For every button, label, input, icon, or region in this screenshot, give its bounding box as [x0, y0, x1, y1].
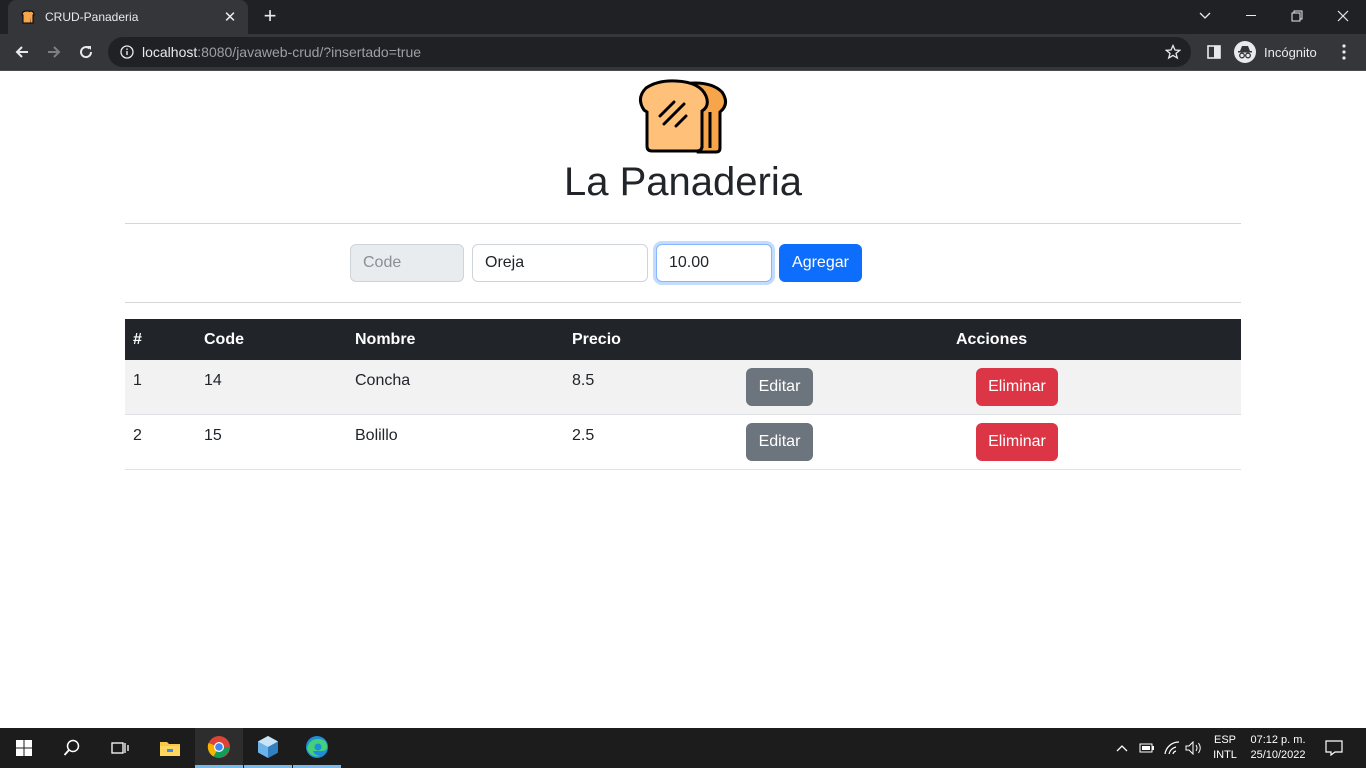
table-row: 2 15 Bolillo 2.5 Editar Eliminar: [125, 415, 1241, 470]
cell-code: 14: [204, 372, 222, 389]
header-precio: Precio: [572, 331, 621, 348]
page-title: La Panaderia: [564, 160, 802, 204]
language-indicator[interactable]: ESP INTL: [1210, 733, 1240, 763]
cell-num: 1: [133, 372, 142, 389]
agregar-button[interactable]: Agregar: [779, 244, 862, 282]
precio-input[interactable]: [656, 244, 772, 282]
windows-taskbar: ESP INTL 07:12 p. m. 25/10/2022: [0, 728, 1366, 768]
restore-button[interactable]: [1274, 0, 1320, 32]
cell-nombre: Concha: [355, 372, 411, 389]
incognito-icon: [1234, 41, 1256, 63]
editar-button[interactable]: Editar: [746, 368, 813, 406]
address-bar[interactable]: localhost:8080/javaweb-crud/?insertado=t…: [108, 37, 1191, 67]
editar-button[interactable]: Editar: [746, 423, 813, 461]
browser-toolbar: localhost:8080/javaweb-crud/?insertado=t…: [0, 34, 1366, 71]
back-icon[interactable]: [8, 38, 36, 66]
reload-icon[interactable]: [72, 38, 100, 66]
forward-icon[interactable]: [40, 38, 68, 66]
header-acciones: Acciones: [956, 331, 1028, 348]
incognito-label: Incógnito: [1264, 44, 1317, 60]
browser-menu-icon[interactable]: [1330, 38, 1358, 66]
header-nombre: Nombre: [355, 331, 416, 348]
browser-tabbar: CRUD-Panaderia ✕ +: [0, 0, 1366, 34]
netbeans-icon[interactable]: [244, 728, 292, 768]
cell-nombre: Bolillo: [355, 427, 398, 444]
cell-code: 15: [204, 427, 222, 444]
bread-favicon-icon: [21, 10, 35, 24]
eliminar-button[interactable]: Eliminar: [976, 423, 1058, 461]
nombre-input[interactable]: [472, 244, 648, 282]
chrome-taskbar-icon[interactable]: [195, 728, 243, 768]
edge-icon[interactable]: [293, 728, 341, 768]
new-tab-button[interactable]: +: [258, 5, 282, 29]
header-num: #: [133, 331, 142, 348]
file-explorer-icon[interactable]: [146, 728, 194, 768]
show-hidden-icons-chevron-icon[interactable]: [1110, 728, 1134, 768]
incognito-profile-button[interactable]: Incógnito: [1234, 39, 1317, 65]
close-window-button[interactable]: [1320, 0, 1366, 32]
volume-icon[interactable]: [1182, 728, 1206, 768]
header-code: Code: [204, 331, 244, 348]
cell-num: 2: [133, 427, 142, 444]
table-header: # Code Nombre Precio Acciones: [125, 319, 1241, 360]
browser-tab[interactable]: CRUD-Panaderia ✕: [8, 0, 248, 34]
task-view-icon[interactable]: [96, 728, 144, 768]
bread-logo-icon: [639, 79, 727, 154]
clock[interactable]: 07:12 p. m. 25/10/2022: [1244, 733, 1312, 763]
cell-precio: 8.5: [572, 372, 595, 389]
cell-precio: 2.5: [572, 427, 595, 444]
windows-start-icon[interactable]: [0, 728, 48, 768]
tab-title: CRUD-Panaderia: [45, 10, 139, 24]
code-input[interactable]: [350, 244, 464, 282]
notifications-icon[interactable]: [1320, 728, 1348, 768]
top-divider: [125, 223, 1241, 224]
side-panel-icon[interactable]: [1200, 38, 1228, 66]
eliminar-button[interactable]: Eliminar: [976, 368, 1058, 406]
battery-icon[interactable]: [1135, 728, 1159, 768]
minimize-button[interactable]: [1228, 0, 1274, 32]
search-icon[interactable]: [48, 728, 96, 768]
wifi-icon[interactable]: [1160, 728, 1184, 768]
form-divider: [125, 302, 1241, 303]
tab-close-icon[interactable]: ✕: [222, 8, 238, 26]
url-text: localhost:8080/javaweb-crud/?insertado=t…: [142, 44, 422, 60]
table-row: 1 14 Concha 8.5 Editar Eliminar: [125, 360, 1241, 415]
tab-search-icon[interactable]: [1182, 0, 1228, 32]
site-info-icon[interactable]: [120, 45, 134, 59]
bookmark-star-icon[interactable]: [1165, 44, 1181, 60]
